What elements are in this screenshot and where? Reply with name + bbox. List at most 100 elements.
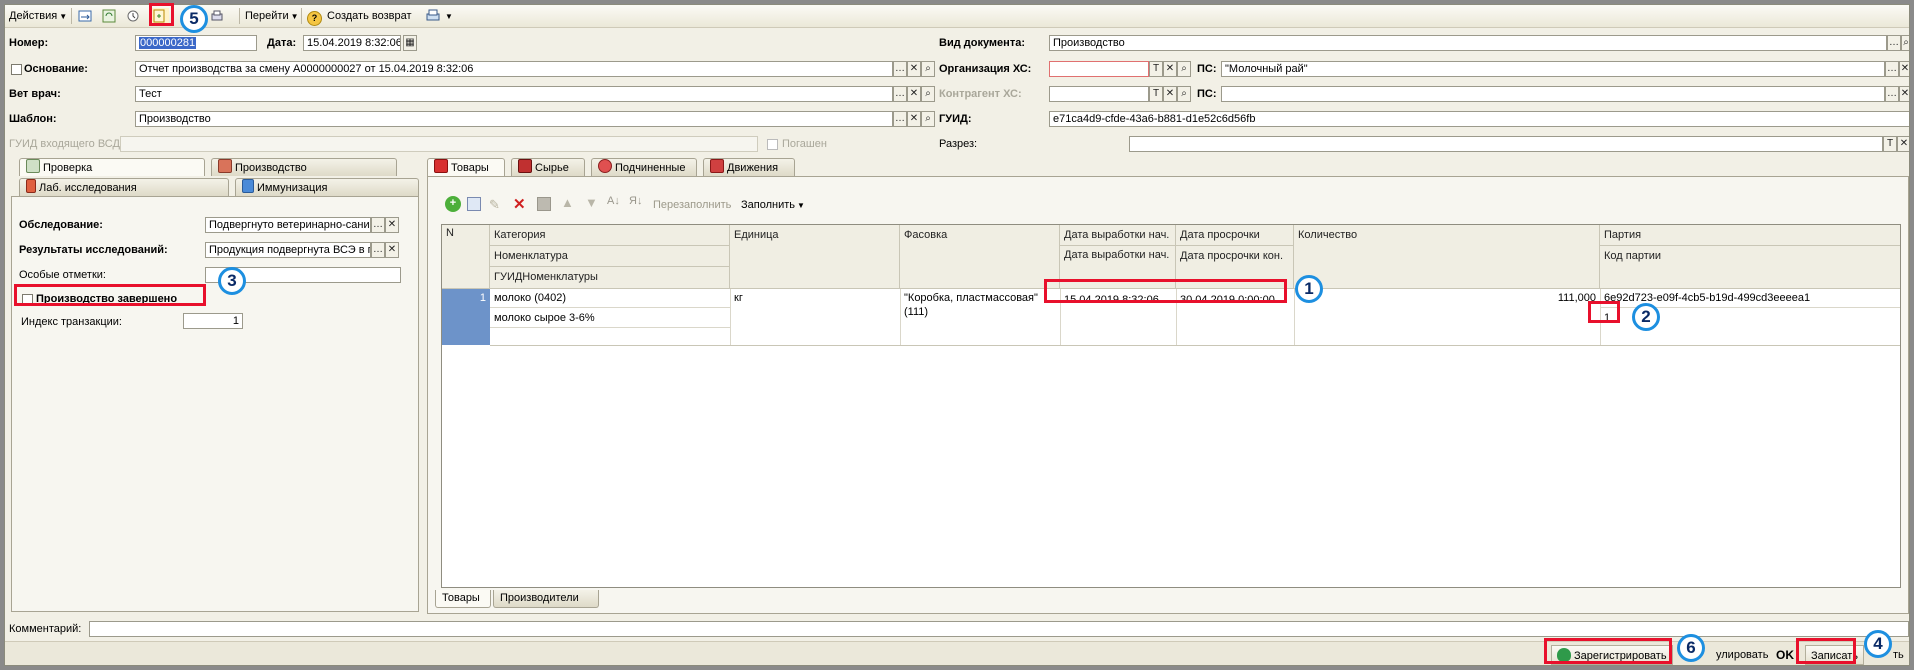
- tab-subordinate[interactable]: Подчиненные: [591, 158, 697, 176]
- tab-producers[interactable]: Производители: [493, 590, 599, 608]
- date-field[interactable]: 15.04.2019 8:32:06: [303, 35, 401, 51]
- select-button[interactable]: …: [893, 111, 907, 127]
- tab-production-left[interactable]: Производство: [211, 158, 397, 176]
- tab-movements[interactable]: Движения: [703, 158, 795, 176]
- org-ps-field[interactable]: "Молочный рай": [1221, 61, 1885, 77]
- structure-icon[interactable]: [125, 8, 143, 24]
- contractor-ps-field[interactable]: [1221, 86, 1885, 102]
- goto-menu[interactable]: Перейти ▼: [245, 8, 299, 24]
- tab-raw[interactable]: Сырье: [511, 158, 585, 176]
- vet-field[interactable]: Тест: [135, 86, 893, 102]
- fill-menu[interactable]: Заполнить ▼: [741, 197, 805, 214]
- main-toolbar: Действия ▼ Перейти ▼ ? Создать возврат ▼: [5, 5, 1909, 28]
- select-button[interactable]: …: [1885, 86, 1899, 102]
- clear-icon[interactable]: ✕: [385, 242, 399, 258]
- clear-icon[interactable]: ✕: [907, 111, 921, 127]
- results-field[interactable]: Продукция подвергнута ВСЭ в г: [205, 242, 371, 258]
- sort-desc-icon[interactable]: Я↓: [629, 195, 642, 207]
- move-up-icon[interactable]: ▲: [561, 195, 574, 210]
- select-button[interactable]: …: [1887, 35, 1901, 51]
- tab-goods-bottom[interactable]: Товары: [435, 590, 491, 608]
- search-icon[interactable]: ⌕: [1177, 86, 1191, 102]
- type-t-icon[interactable]: T: [1149, 86, 1163, 102]
- number-field[interactable]: 000000281: [135, 35, 257, 51]
- type-t-icon[interactable]: T: [1883, 136, 1897, 152]
- annul-button[interactable]: улировать: [1711, 645, 1773, 665]
- create-return-button[interactable]: ? Создать возврат: [307, 8, 412, 26]
- cell-unit[interactable]: кг: [730, 291, 900, 305]
- post-document-icon[interactable]: [77, 8, 95, 24]
- edit-icon[interactable]: ✎: [489, 197, 500, 213]
- cell-category[interactable]: молоко (0402): [490, 291, 730, 305]
- chevron-down-icon[interactable]: ▼: [445, 12, 453, 21]
- clear-icon[interactable]: ✕: [385, 217, 399, 233]
- close-button[interactable]: ть: [1893, 645, 1904, 665]
- search-icon[interactable]: ⌕: [1901, 35, 1909, 51]
- tab-immunization[interactable]: Иммунизация: [235, 178, 419, 196]
- col-prod-date-header[interactable]: Дата выработки нач.: [1060, 225, 1176, 246]
- tab-check[interactable]: Проверка: [19, 158, 205, 176]
- section-field[interactable]: [1129, 136, 1883, 152]
- select-button[interactable]: …: [1885, 61, 1899, 77]
- select-button[interactable]: …: [371, 242, 385, 258]
- clear-icon[interactable]: ✕: [1899, 86, 1909, 102]
- cell-qty[interactable]: 111,000: [1294, 291, 1600, 305]
- copy-row-icon[interactable]: [467, 197, 481, 211]
- col-batch-code-header[interactable]: Код партии: [1600, 246, 1900, 289]
- col-nomenclature-header[interactable]: Номенклатура: [490, 246, 730, 267]
- col-n-header[interactable]: N: [442, 225, 490, 289]
- col-expiry-header[interactable]: Дата просрочки: [1176, 225, 1294, 246]
- print-menu-icon[interactable]: [209, 8, 227, 24]
- ok-button[interactable]: OK: [1771, 645, 1799, 665]
- search-icon[interactable]: ⌕: [921, 111, 935, 127]
- tab-lab-research[interactable]: Лаб. исследования: [19, 178, 229, 196]
- template-field[interactable]: Производство: [135, 111, 893, 127]
- basis-checkbox[interactable]: [11, 64, 22, 75]
- cell-nomenclature[interactable]: молоко сырое 3-6%: [490, 311, 730, 325]
- search-icon[interactable]: ⌕: [921, 61, 935, 77]
- clear-icon[interactable]: ✕: [1163, 61, 1177, 77]
- clear-icon[interactable]: ✕: [1897, 136, 1909, 152]
- org-field[interactable]: [1049, 61, 1149, 77]
- cell-packaging[interactable]: "Коробка, пластмассовая"(111): [900, 291, 1060, 319]
- actions-menu[interactable]: Действия ▼: [9, 8, 67, 24]
- guid-in-field[interactable]: [120, 136, 758, 152]
- type-t-icon[interactable]: T: [1149, 61, 1163, 77]
- col-packaging-header[interactable]: Фасовка: [900, 225, 1060, 289]
- cancelled-checkbox[interactable]: [767, 139, 778, 150]
- tx-index-field[interactable]: 1: [183, 313, 243, 329]
- refill-button[interactable]: Перезаполнить: [653, 197, 731, 213]
- col-unit-header[interactable]: Единица: [730, 225, 900, 289]
- col-divider: [900, 289, 901, 345]
- search-icon[interactable]: ⌕: [921, 86, 935, 102]
- select-button[interactable]: …: [371, 217, 385, 233]
- tab-goods[interactable]: Товары: [427, 158, 505, 176]
- clear-icon[interactable]: ✕: [1163, 86, 1177, 102]
- move-down-icon[interactable]: ▼: [585, 195, 598, 210]
- checklist-icon: [26, 159, 40, 173]
- clear-icon[interactable]: ✕: [907, 86, 921, 102]
- clear-icon[interactable]: ✕: [907, 61, 921, 77]
- col-batch-header[interactable]: Партия: [1600, 225, 1900, 246]
- col-guid-nom-header[interactable]: ГУИДНоменклатуры: [490, 267, 730, 289]
- col-category-header[interactable]: Категория: [490, 225, 730, 246]
- basis-field[interactable]: Отчет производства за смену А0000000027 …: [135, 61, 893, 77]
- col-qty-header[interactable]: Количество: [1294, 225, 1600, 289]
- guid-field[interactable]: e71ca4d9-cfde-43a6-b881-d1e52c6d56fb: [1049, 111, 1909, 127]
- select-button[interactable]: …: [893, 86, 907, 102]
- add-row-icon[interactable]: +: [445, 196, 461, 212]
- search-icon[interactable]: ⌕: [1177, 61, 1191, 77]
- end-edit-icon[interactable]: [537, 197, 551, 211]
- doc-type-field[interactable]: Производство: [1049, 35, 1887, 51]
- printer-icon[interactable]: [425, 8, 443, 24]
- highlight-dates: [1044, 279, 1287, 303]
- delete-icon[interactable]: ✕: [513, 195, 526, 213]
- clear-icon[interactable]: ✕: [1899, 61, 1909, 77]
- comment-field[interactable]: [89, 621, 1909, 637]
- refresh-icon[interactable]: [101, 8, 119, 24]
- sort-asc-icon[interactable]: A↓: [607, 195, 620, 207]
- contractor-field[interactable]: [1049, 86, 1149, 102]
- calendar-icon[interactable]: ▦: [403, 35, 417, 51]
- exam-field[interactable]: Подвергнуто ветеринарно-сани: [205, 217, 371, 233]
- select-button[interactable]: …: [893, 61, 907, 77]
